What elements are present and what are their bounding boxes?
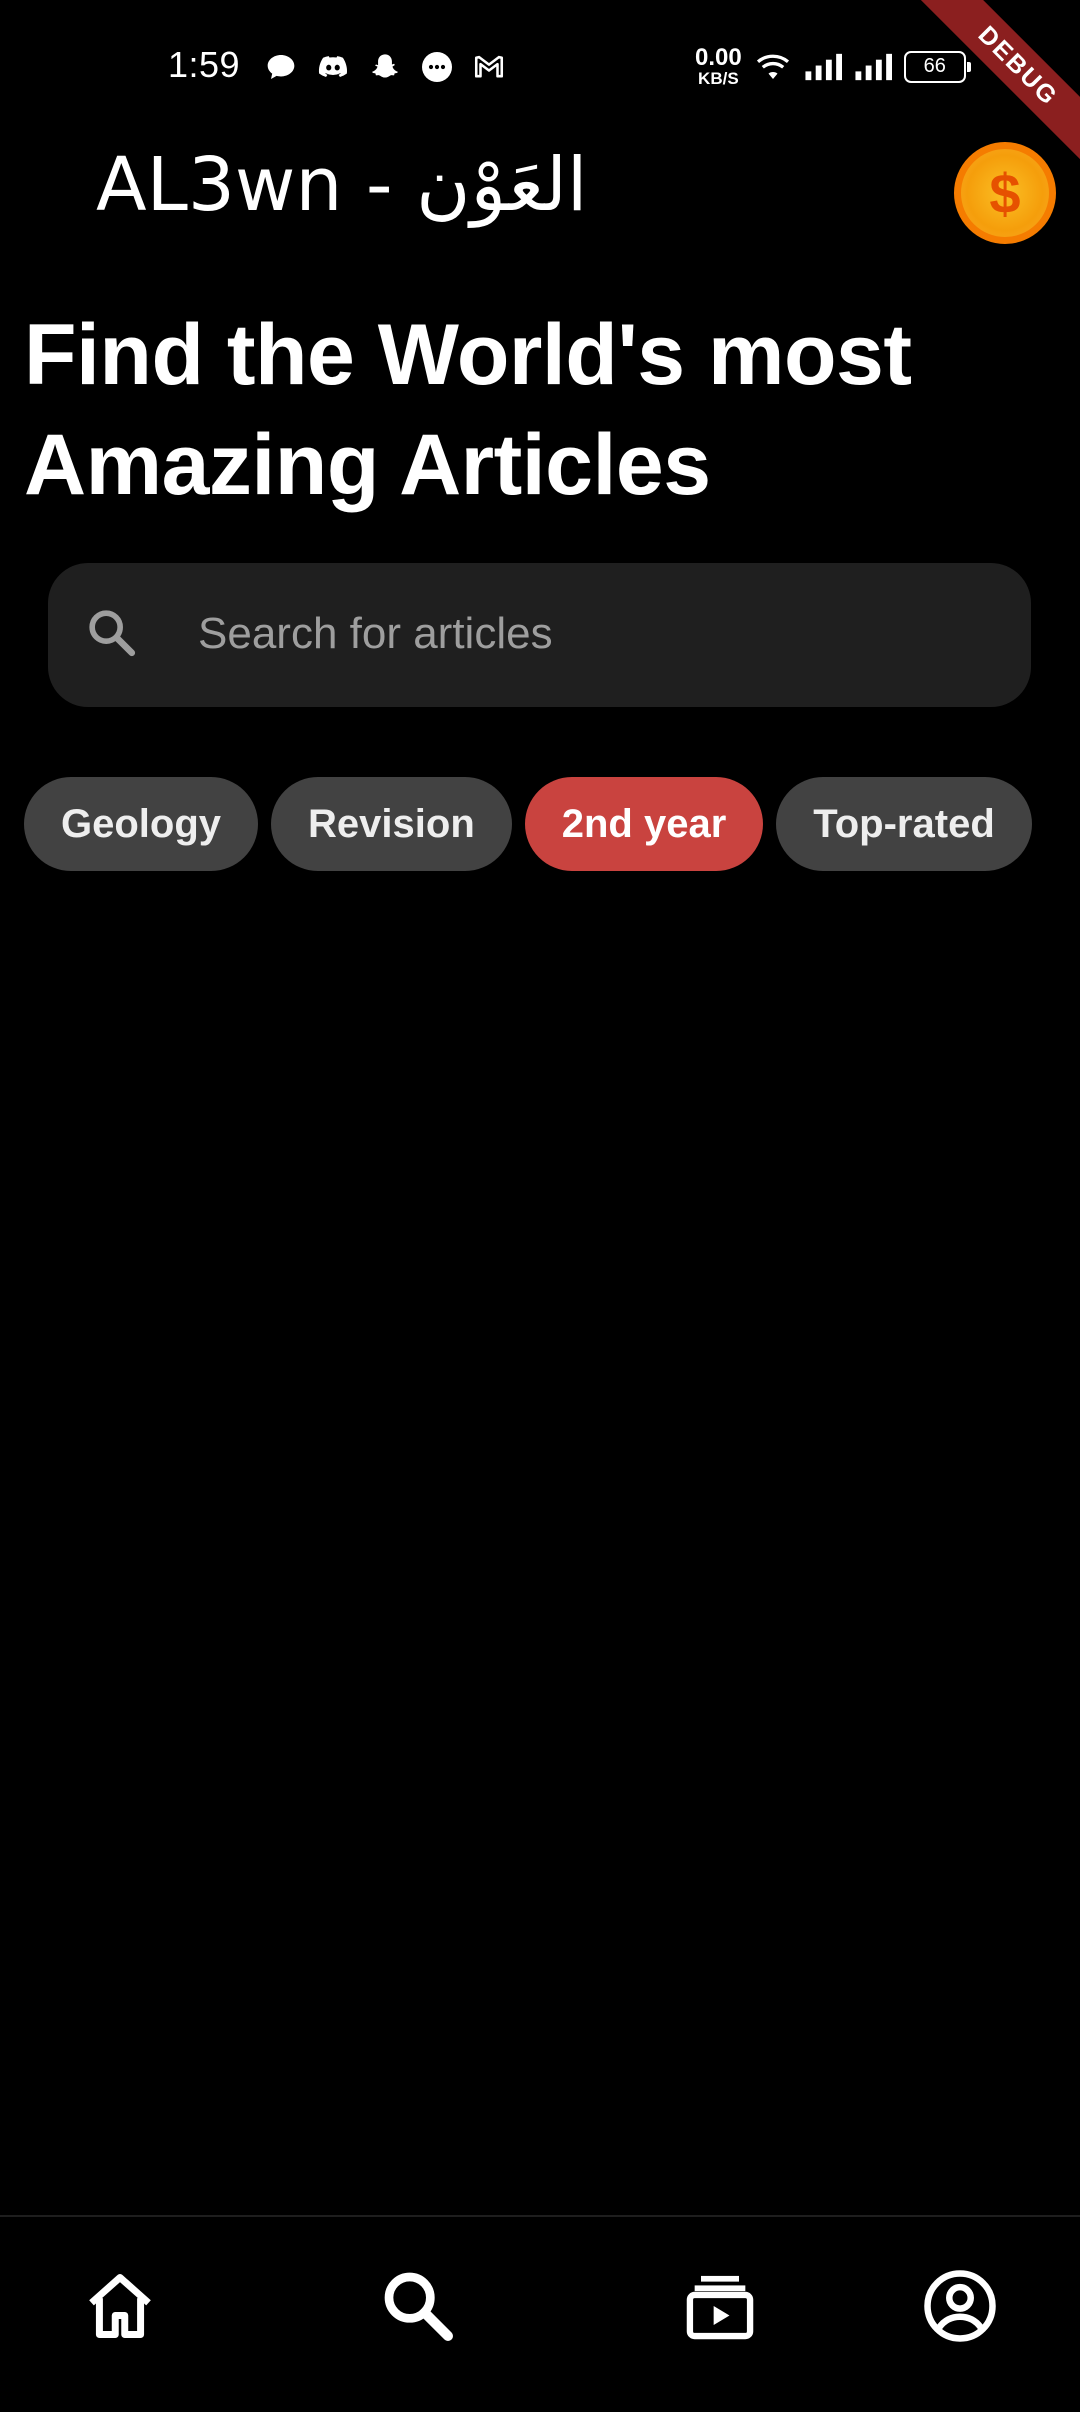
wifi-icon bbox=[754, 48, 792, 86]
discord-icon bbox=[314, 48, 352, 86]
chip-2nd-year[interactable]: 2nd year bbox=[524, 777, 764, 871]
status-time: 1:59 bbox=[168, 44, 241, 85]
page-headline: Find the World's most Amazing Articles bbox=[24, 307, 912, 513]
battery-indicator: 66 bbox=[903, 50, 971, 83]
chat-icon bbox=[262, 48, 300, 86]
chip-geology[interactable]: Geology bbox=[24, 777, 259, 871]
snapchat-icon bbox=[366, 48, 404, 86]
chip-revision[interactable]: Revision bbox=[271, 777, 512, 871]
status-bar: 1:59 0.00 KB/S 66 bbox=[0, 0, 1080, 135]
signal-icon-1 bbox=[804, 48, 842, 86]
search-input[interactable] bbox=[198, 598, 998, 670]
nav-account[interactable] bbox=[920, 2268, 1000, 2348]
signal-icon-2 bbox=[854, 48, 892, 86]
notification-icons bbox=[262, 48, 508, 86]
search-icon bbox=[378, 2266, 458, 2351]
chip-top-rated[interactable]: Top-rated bbox=[776, 777, 1032, 871]
network-speed-unit: KB/S bbox=[698, 69, 739, 88]
home-icon bbox=[82, 2268, 158, 2349]
coin-button[interactable]: $ bbox=[954, 142, 1056, 244]
network-speed: 0.00 KB/S bbox=[695, 44, 742, 88]
nav-home[interactable] bbox=[80, 2268, 160, 2348]
nav-subscriptions[interactable] bbox=[680, 2268, 760, 2348]
gmail-icon bbox=[470, 48, 508, 86]
app-screen: 1:59 0.00 KB/S 66 DEBUG AL3wn - العَوْن … bbox=[0, 0, 1080, 2412]
status-right: 0.00 KB/S 66 bbox=[695, 44, 971, 88]
filter-chips: Geology Revision 2nd year Top-rated bbox=[24, 777, 1032, 871]
subscriptions-icon bbox=[682, 2268, 758, 2349]
bottom-navigation bbox=[0, 2215, 1080, 2412]
account-icon bbox=[921, 2267, 999, 2350]
messenger-icon bbox=[418, 48, 456, 86]
search-icon bbox=[84, 605, 140, 661]
nav-search[interactable] bbox=[378, 2268, 458, 2348]
app-title: AL3wn - العَوْن bbox=[96, 142, 588, 228]
coin-icon: $ bbox=[989, 161, 1021, 225]
network-speed-value: 0.00 bbox=[695, 44, 742, 71]
